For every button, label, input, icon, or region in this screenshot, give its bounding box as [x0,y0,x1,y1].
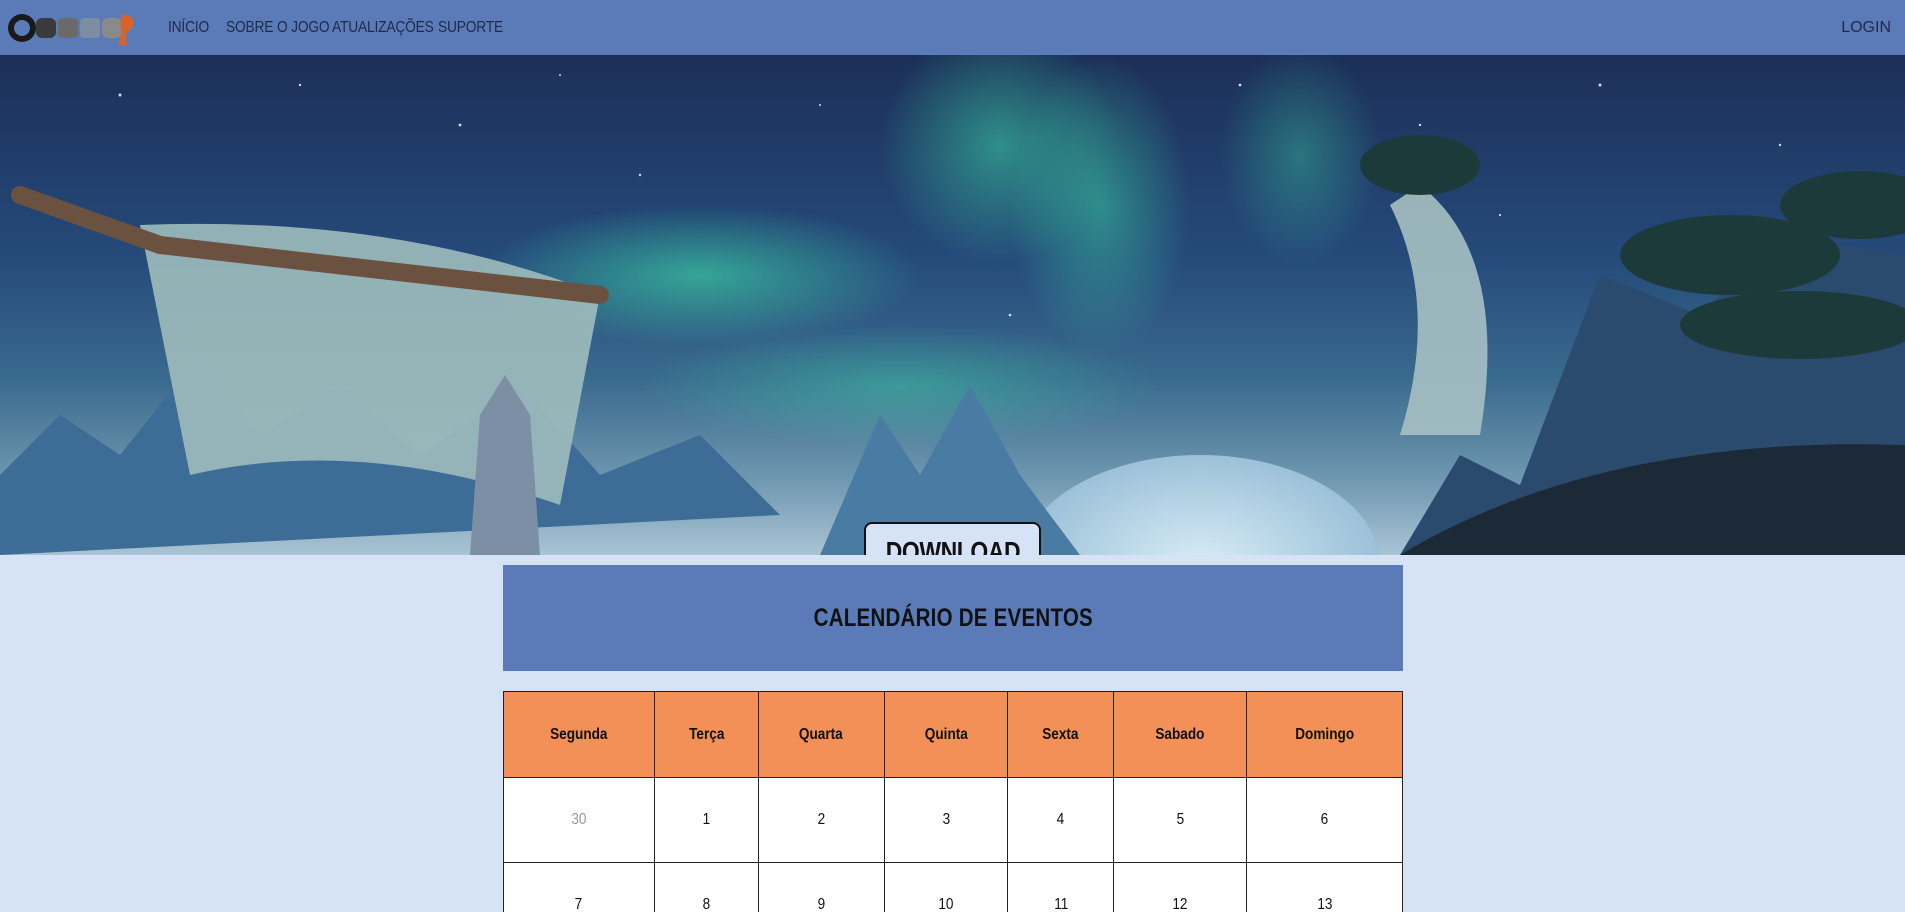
hero-scenery-image [0,55,1905,555]
day-header: Sabado [1113,691,1248,778]
day-header: Quinta [883,691,1009,778]
hero-banner: DOWNLOAD [0,55,1905,555]
login-link[interactable]: LOGIN [1841,0,1891,55]
calendar-day-cell[interactable]: 1 [653,777,759,863]
day-header: Quarta [757,691,885,778]
calendar-day-cell[interactable]: 3 [883,777,1009,863]
nav-link-suporte[interactable]: SUPORTE [438,19,503,37]
calendar-day-cell[interactable]: 9 [757,862,885,912]
nav-link-atualizacoes[interactable]: ATUALIZAÇÕES [332,19,434,37]
calendar-header-row: Segunda Terça Quarta Quinta Sexta Sabado… [503,691,1403,778]
calendar-day-cell[interactable]: 8 [653,862,759,912]
top-navbar: INÍCIO SOBRE O JOGO ATUALIZAÇÕES SUPORTE… [0,0,1905,55]
day-header: Segunda [503,691,655,778]
calendar-week-row: 7 8 9 10 11 12 13 [503,862,1403,912]
calendar-day-cell[interactable]: 4 [1007,777,1115,863]
calendar-day-cell[interactable]: 2 [757,777,885,863]
nav-link-inicio[interactable]: INÍCIO [168,19,209,37]
calendar-title-bar: CALENDÁRIO DE EVENTOS [503,565,1403,671]
calendar-day-cell[interactable]: 6 [1246,777,1403,863]
day-header: Domingo [1246,691,1403,778]
nav-link-sobre-o-jogo[interactable]: SOBRE O JOGO [226,19,330,37]
games-logo[interactable] [6,6,141,48]
calendar-day-cell[interactable]: 12 [1113,862,1248,912]
calendar-day-cell[interactable]: 10 [883,862,1009,912]
day-header: Terça [653,691,759,778]
calendar-day-cell[interactable]: 5 [1113,777,1248,863]
calendar-day-cell[interactable]: 13 [1246,862,1403,912]
calendar-week-row: 30 1 2 3 4 5 6 [503,777,1403,863]
day-header: Sexta [1007,691,1115,778]
calendar-day-cell[interactable]: 7 [503,862,655,912]
calendar-day-cell[interactable]: 11 [1007,862,1115,912]
events-calendar-table: Segunda Terça Quarta Quinta Sexta Sabado… [503,691,1403,912]
calendar-day-cell[interactable]: 30 [503,777,655,863]
calendar-title: CALENDÁRIO DE EVENTOS [813,603,1093,632]
download-button[interactable]: DOWNLOAD [864,522,1041,555]
